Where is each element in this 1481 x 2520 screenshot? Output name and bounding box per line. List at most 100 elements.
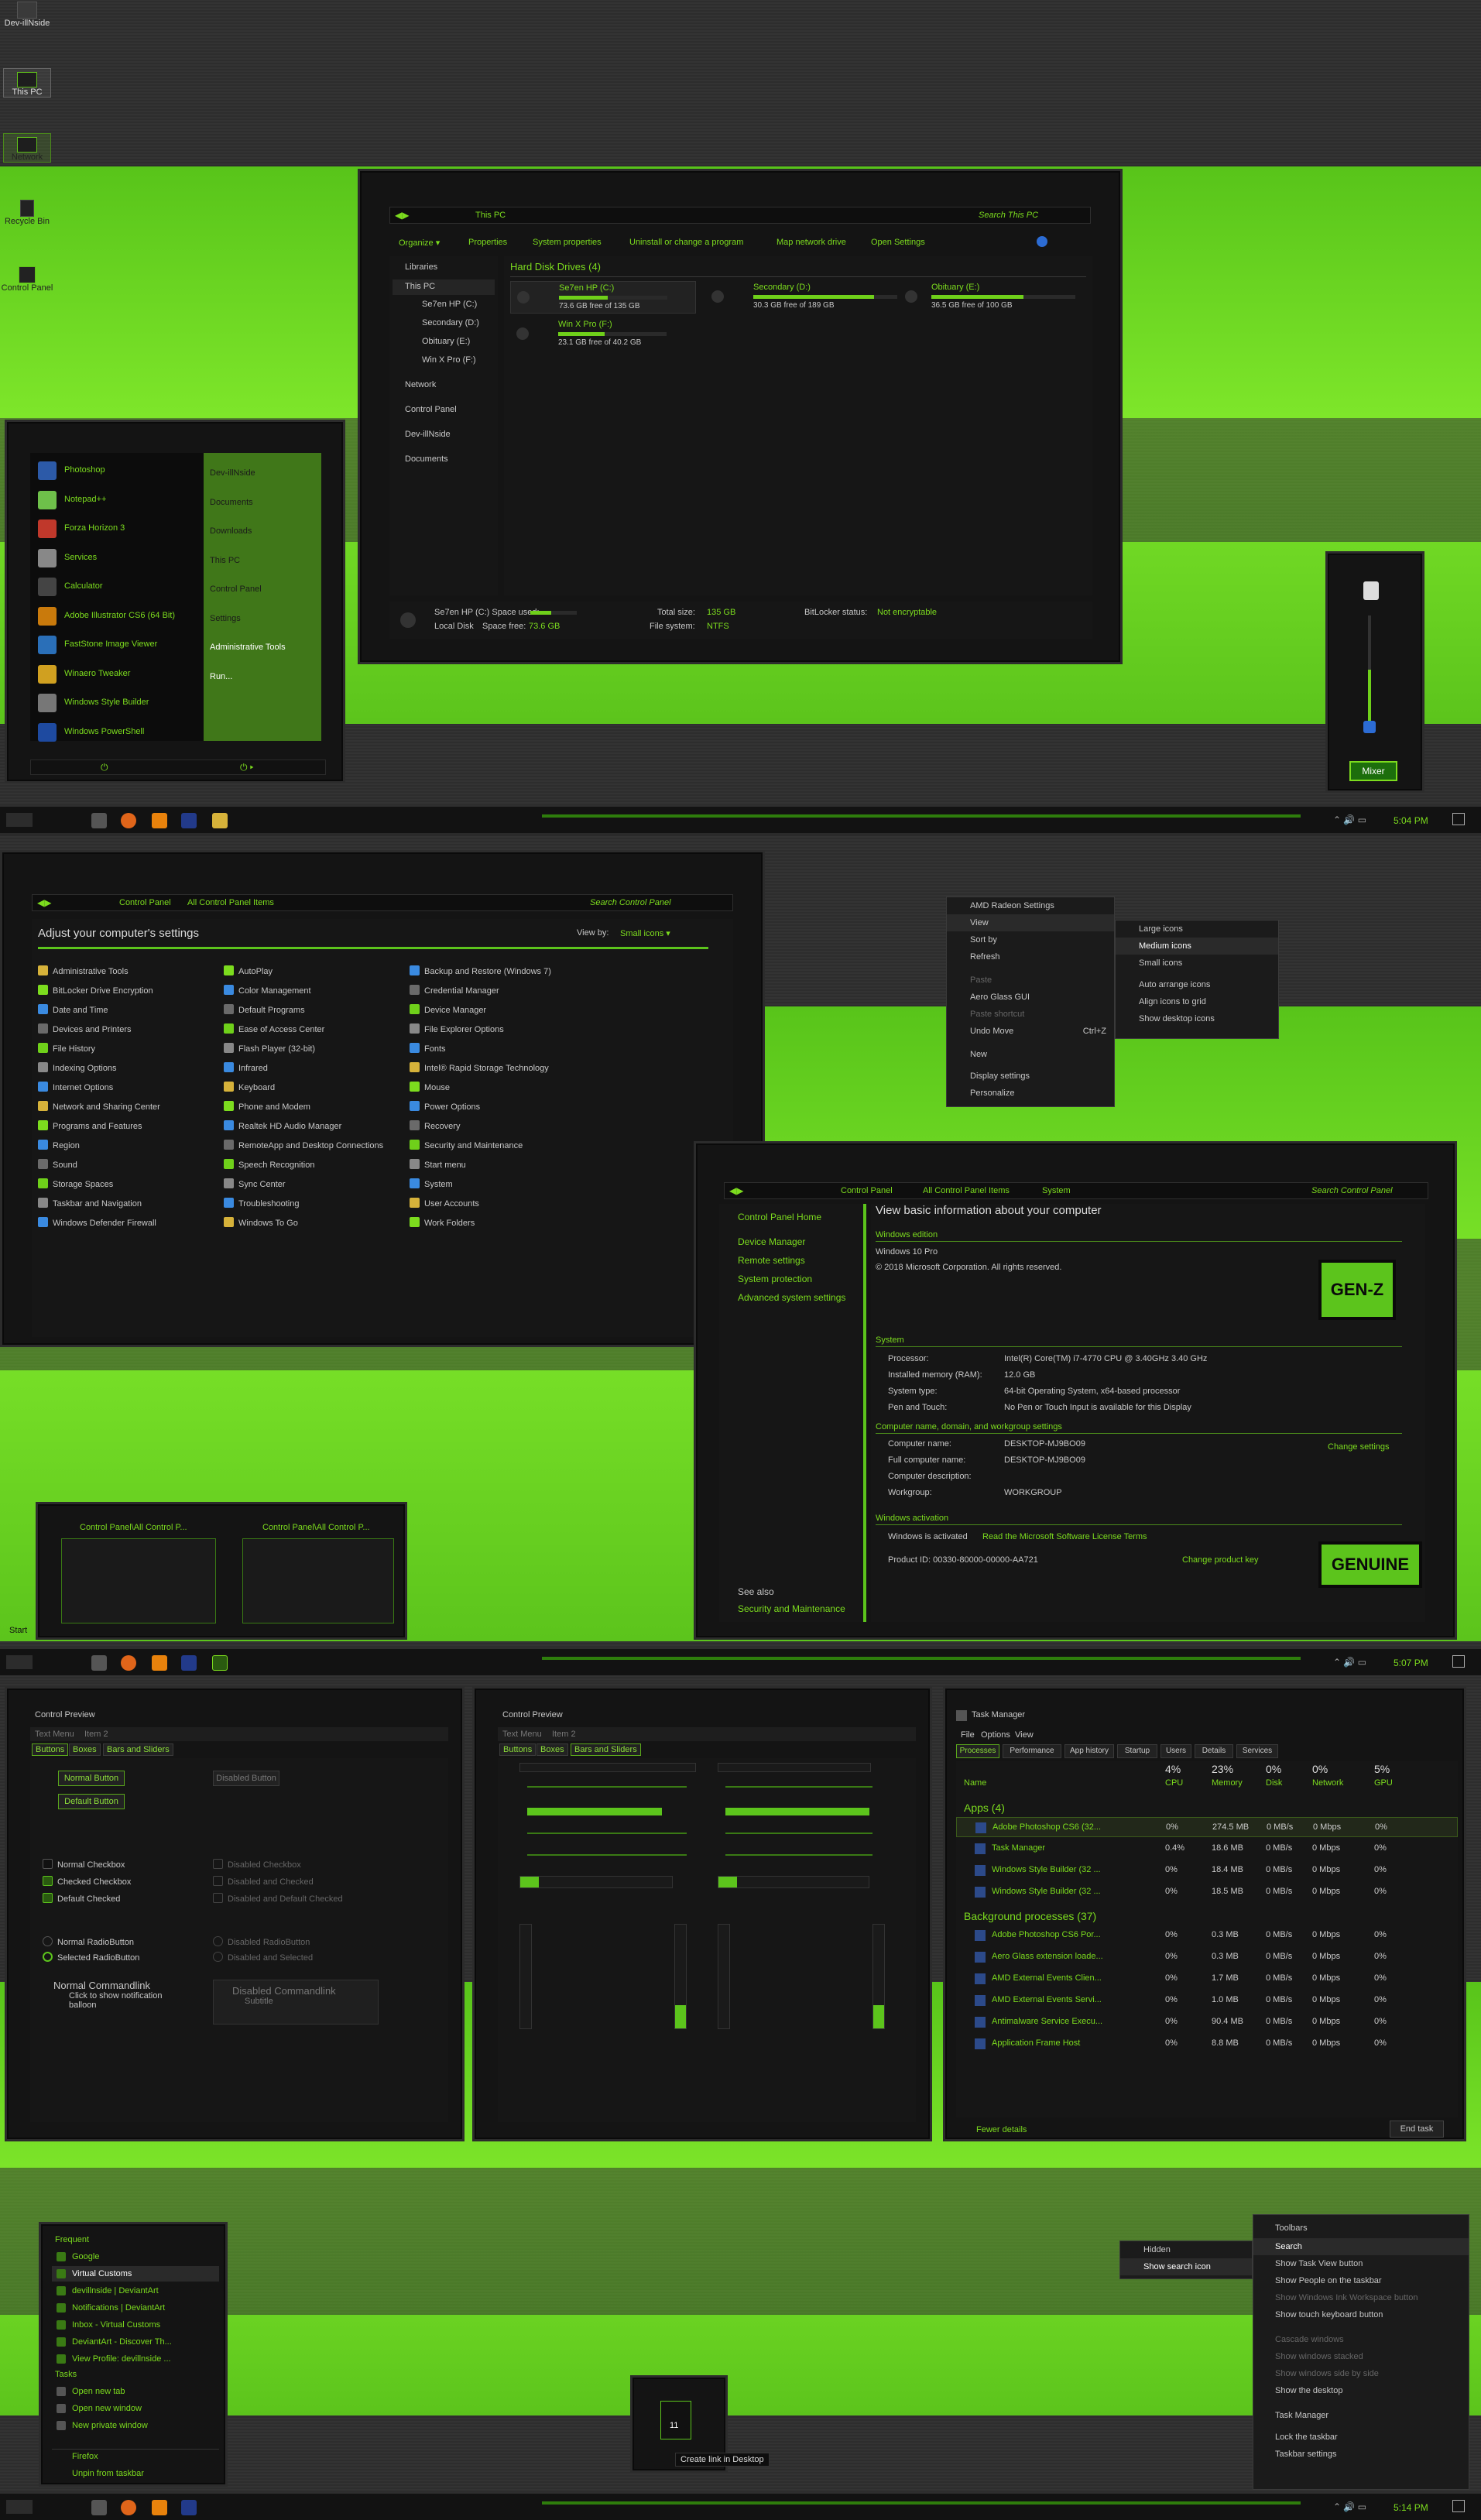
shutdown-icon[interactable]: ⏻ — [101, 762, 108, 773]
nav-drive-d[interactable]: Secondary (D:) — [422, 318, 479, 327]
start-button[interactable] — [6, 813, 33, 827]
action-center-icon[interactable] — [1452, 813, 1465, 825]
change-key-link[interactable]: Change product key — [1182, 1555, 1258, 1565]
menu-aero-glass[interactable]: Aero Glass GUI — [947, 989, 1114, 1006]
tm-column-header[interactable]: GPU — [1374, 1778, 1393, 1788]
menu-view[interactable]: View — [947, 914, 1114, 931]
nav-devillnside[interactable]: Dev-illNside — [405, 430, 451, 439]
cp-item[interactable]: Speech Recognition — [224, 1156, 402, 1175]
cp-item[interactable]: Sound — [38, 1156, 216, 1175]
menu-align-grid[interactable]: Align icons to grid — [1116, 993, 1278, 1010]
tab-bars-sliders[interactable]: Bars and Sliders — [571, 1743, 641, 1756]
start-app-item[interactable]: Windows PowerShell — [38, 721, 201, 744]
cp-item[interactable]: Programs and Features — [38, 1117, 216, 1137]
menu-ink-workspace[interactable]: Show Windows Ink Workspace button — [1253, 2289, 1469, 2306]
start-place-item[interactable]: Documents — [210, 498, 253, 507]
cp-item[interactable]: Devices and Printers — [38, 1020, 216, 1040]
process-row[interactable]: Task Manager 0.4% 18.6 MB 0 MB/s 0 Mbps 0% — [956, 1839, 1458, 1859]
thumb-2[interactable] — [242, 1538, 394, 1623]
start-app-item[interactable]: FastStone Image Viewer — [38, 633, 201, 657]
tm-tab[interactable]: Services — [1236, 1744, 1278, 1758]
menu-people[interactable]: Show People on the taskbar — [1253, 2272, 1469, 2289]
cp-item[interactable]: Infrared — [224, 1059, 402, 1078]
jumplist-item[interactable]: DeviantArt - Discover Th... — [52, 2334, 219, 2350]
slider-5[interactable] — [725, 1833, 872, 1834]
menu-search[interactable]: Search — [1253, 2238, 1469, 2255]
photoshop-icon[interactable] — [181, 2500, 197, 2515]
jumplist-firefox[interactable]: Firefox — [72, 2452, 98, 2461]
cp-item[interactable]: Administrative Tools — [38, 962, 216, 982]
start-place-item[interactable]: Downloads — [210, 526, 252, 536]
cp-item[interactable]: Security and Maintenance — [410, 1137, 588, 1156]
firefox-icon[interactable] — [121, 2500, 136, 2515]
process-row[interactable]: Adobe Photoshop CS6 (32... 0% 274.5 MB 0 MB… — [956, 1817, 1458, 1837]
firefox-icon[interactable] — [121, 1655, 136, 1671]
menu-show-desktop-icons[interactable]: Show desktop icons — [1116, 1010, 1278, 1027]
menu-side-by-side[interactable]: Show windows side by side — [1253, 2365, 1469, 2382]
thumb-1[interactable] — [61, 1538, 216, 1623]
process-row[interactable]: Aero Glass extension loade... 0% 0.3 MB 0 M… — [956, 1947, 1458, 1967]
menu-personalize[interactable]: Personalize — [947, 1085, 1114, 1102]
cp-item[interactable]: Flash Player (32-bit) — [224, 1040, 402, 1059]
start-place-item[interactable]: Administrative Tools — [210, 643, 286, 652]
menu-task-manager[interactable]: Task Manager — [1253, 2407, 1469, 2424]
search-box[interactable]: Search This PC — [979, 211, 1038, 220]
drive-tile-d[interactable]: Secondary (D:) 30.3 GB free of 189 GB — [705, 281, 897, 314]
menu-task-view-button[interactable]: Show Task View button — [1253, 2255, 1469, 2272]
clock[interactable]: 5:14 PM — [1394, 2502, 1428, 2513]
start-app-item[interactable]: Services — [38, 547, 201, 570]
start-app-item[interactable]: Windows Style Builder — [38, 691, 201, 715]
address-location[interactable]: This PC — [475, 211, 506, 220]
normal-button[interactable]: Normal Button — [58, 1771, 125, 1786]
disabled-selected-radio[interactable]: Disabled and Selected — [213, 1952, 313, 1963]
cp-item[interactable]: User Accounts — [410, 1195, 588, 1214]
vlc-icon[interactable] — [152, 813, 167, 828]
cp-address-bar[interactable]: ◀▶ Control Panel All Control Panel Items… — [32, 894, 733, 911]
firefox-icon[interactable] — [121, 813, 136, 828]
default-checked-checkbox[interactable]: Default Checked — [43, 1893, 120, 1904]
cp-search[interactable]: Search Control Panel — [590, 898, 671, 907]
menu-sort-by[interactable]: Sort by — [947, 931, 1114, 948]
cp-item[interactable]: Mouse — [410, 1078, 588, 1098]
desktop-icon-control-panel[interactable]: Control Panel — [0, 266, 54, 293]
start-place-item[interactable]: Dev-illNside — [210, 468, 255, 478]
menu-show-desktop[interactable]: Show the desktop — [1253, 2382, 1469, 2399]
back-forward-icon[interactable]: ◀▶ — [37, 897, 51, 908]
tm-column-header[interactable]: Name — [964, 1778, 986, 1788]
cp-item[interactable]: Storage Spaces — [38, 1175, 216, 1195]
drive-tile-f[interactable]: Win X Pro (F:) 23.1 GB free of 40.2 GB — [510, 318, 696, 351]
menu-touch-keyboard[interactable]: Show touch keyboard button — [1253, 2306, 1469, 2323]
task-view-icon[interactable] — [91, 2500, 107, 2515]
start-app-item[interactable]: Calculator — [38, 575, 201, 598]
cp-item[interactable]: Start menu — [410, 1156, 588, 1175]
tray-icons[interactable]: ⌃ 🔊 ▭ — [1333, 1657, 1366, 1668]
process-row[interactable]: Windows Style Builder (32 ... 0% 18.4 MB 0 … — [956, 1860, 1458, 1881]
sys-address-bar[interactable]: ◀▶ Control Panel All Control Panel Items… — [724, 1182, 1428, 1199]
volume-track[interactable] — [1368, 615, 1371, 724]
menu-paste-shortcut[interactable]: Paste shortcut — [947, 1006, 1114, 1023]
cp-item[interactable]: BitLocker Drive Encryption — [38, 982, 216, 1001]
remote-settings-link[interactable]: Remote settings — [738, 1255, 805, 1266]
jumplist-item[interactable]: Inbox - Virtual Customs — [52, 2317, 219, 2333]
slider-2[interactable] — [527, 1833, 687, 1834]
jumplist-item[interactable]: Google — [52, 2249, 219, 2265]
nav-drive-e[interactable]: Obituary (E:) — [422, 337, 470, 346]
slider-4[interactable] — [725, 1786, 872, 1788]
vertical-sliders-1[interactable] — [541, 1924, 665, 2029]
process-row[interactable]: AMD External Events Clien... 0% 1.7 MB 0 MB… — [956, 1969, 1458, 1989]
cp-item[interactable]: Windows To Go — [224, 1214, 402, 1233]
menu-file[interactable]: File — [961, 1730, 975, 1740]
cp-item[interactable]: Fonts — [410, 1040, 588, 1059]
jumplist-item[interactable]: devillnside | DeviantArt — [52, 2283, 219, 2299]
cp-item[interactable]: Credential Manager — [410, 982, 588, 1001]
process-row[interactable]: AMD External Events Servi... 0% 1.0 MB 0 MB… — [956, 1990, 1458, 2011]
menu-options[interactable]: Options — [981, 1730, 1010, 1740]
clock[interactable]: 5:04 PM — [1394, 815, 1428, 826]
scrollbar-h-2[interactable] — [718, 1763, 871, 1772]
advanced-settings-link[interactable]: Advanced system settings — [738, 1292, 845, 1303]
start-place-item[interactable]: Run... — [210, 672, 232, 681]
start-button[interactable] — [6, 2500, 33, 2514]
device-manager-link[interactable]: Device Manager — [738, 1236, 805, 1247]
search-show-icon[interactable]: Show search icon — [1120, 2258, 1252, 2275]
cp-item[interactable]: Work Folders — [410, 1214, 588, 1233]
